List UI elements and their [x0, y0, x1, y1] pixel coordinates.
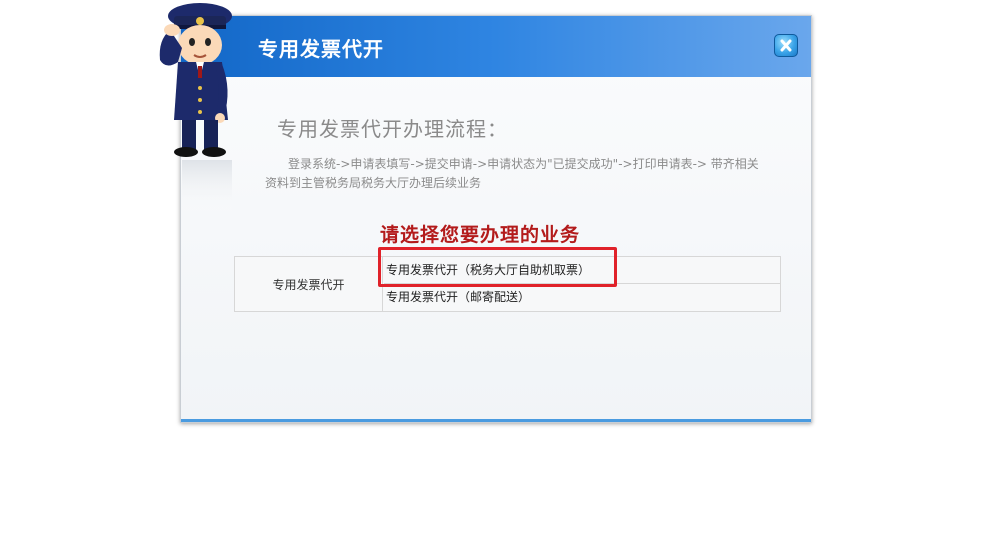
service-dialog: 专用发票代开 — [180, 15, 812, 423]
dialog-bottom-bar — [181, 419, 811, 422]
dialog-title: 专用发票代开 — [258, 37, 384, 61]
service-category-label: 专用发票代开 — [235, 257, 383, 311]
process-steps-text: 登录系统->申请表填写->提交申请->申请状态为"已提交成功"->打印申请表->… — [265, 157, 759, 190]
dialog-header: 专用发票代开 — [181, 16, 811, 77]
tax-officer-mascot — [159, 3, 232, 215]
process-title: 专用发票代开办理流程： — [277, 117, 508, 141]
service-options-table: 专用发票代开 专用发票代开（税务大厅自助机取票） 专用发票代开（邮寄配送） — [234, 256, 781, 312]
close-button[interactable] — [774, 34, 798, 57]
service-option-self-service-pickup[interactable]: 专用发票代开（税务大厅自助机取票） — [384, 257, 780, 284]
close-x-icon — [780, 39, 792, 52]
select-service-prompt: 请选择您要办理的业务 — [380, 224, 581, 246]
service-option-mail-delivery[interactable]: 专用发票代开（邮寄配送） — [384, 284, 780, 311]
